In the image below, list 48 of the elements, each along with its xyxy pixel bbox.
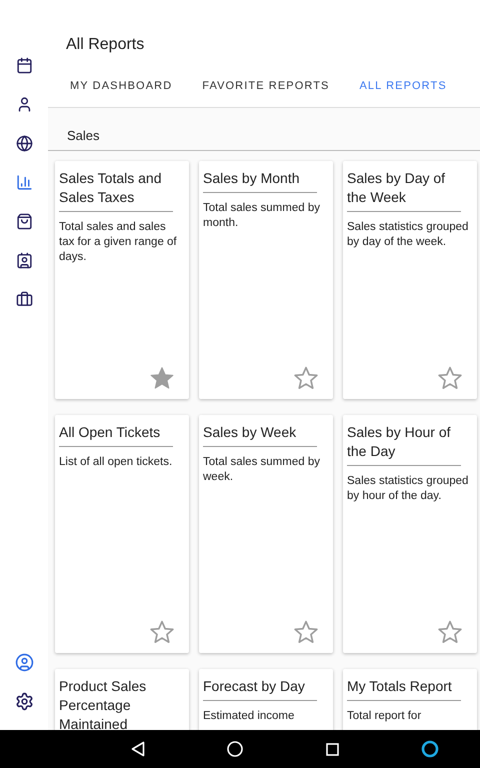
favorite-star-icon[interactable] (437, 619, 463, 645)
shopping-bag-icon (16, 212, 32, 230)
favorite-star-icon[interactable] (437, 365, 463, 391)
report-card[interactable]: Sales by Month Total sales summed by month. (199, 161, 333, 399)
assistant-ring-icon[interactable] (420, 740, 439, 758)
globe-icon (16, 134, 32, 152)
home-icon[interactable] (227, 741, 244, 757)
tab[interactable]: MY DASHBOARD (56, 64, 186, 107)
report-title: Sales by Month (203, 169, 317, 193)
favorite-star-icon[interactable] (149, 365, 175, 391)
bar-chart-icon (16, 174, 32, 190)
report-card[interactable]: Forecast by Day Estimated income (199, 669, 333, 730)
report-title: My Totals Report (347, 677, 461, 701)
report-description: Total sales and sales tax for a given range of days. (59, 220, 178, 265)
report-description: Sales statistics grouped by hour of the day. (347, 474, 469, 504)
report-description: Total report for (347, 709, 422, 724)
report-card[interactable]: Sales by Hour of the Day Sales statistics grouped by hour of the day. (343, 415, 477, 653)
report-card[interactable]: Sales Totals and Sales Taxes Total sales and sales tax for a given range of days. (55, 161, 189, 399)
report-title: Sales by Hour of the Day (347, 423, 461, 466)
favorite-star-icon[interactable] (293, 365, 319, 391)
report-title: Forecast by Day (203, 677, 317, 701)
report-title: All Open Tickets (59, 423, 173, 447)
report-title: Sales by Day of the Week (347, 169, 461, 212)
page-title: All Reports (65, 35, 146, 55)
account-icon (14, 652, 34, 672)
back-icon[interactable] (131, 741, 146, 757)
recents-icon[interactable] (326, 742, 339, 756)
report-description: Sales statistics grouped by day of the week. (347, 220, 469, 250)
section-title: Sales (48, 108, 480, 151)
report-description: Total sales summed by week. (203, 455, 321, 485)
id-badge-icon (16, 252, 32, 268)
report-description: Estimated income (203, 709, 296, 724)
settings-icon (14, 692, 34, 710)
report-title: Sales Totals and Sales Taxes (59, 169, 173, 212)
report-description: Total sales summed by month. (203, 201, 321, 231)
report-card[interactable]: Product Sales Percentage Maintained (55, 669, 189, 730)
report-title: Sales by Week (203, 423, 317, 447)
favorite-star-icon[interactable] (293, 619, 319, 645)
tab[interactable]: FAVORITE REPORTS (188, 64, 344, 107)
favorite-star-icon[interactable] (149, 619, 175, 645)
report-description: List of all open tickets. (59, 455, 174, 470)
calendar-icon (16, 56, 32, 74)
report-card[interactable]: My Totals Report Total report for (343, 669, 477, 730)
report-card[interactable]: Sales by Week Total sales summed by week. (199, 415, 333, 653)
briefcase-icon (16, 290, 32, 308)
report-card[interactable]: Sales by Day of the Week Sales statistics grouped by day of the week. (343, 161, 477, 399)
report-card[interactable]: All Open Tickets List of all open tickets. (55, 415, 189, 653)
tab[interactable]: ALL REPORTS (345, 64, 461, 107)
